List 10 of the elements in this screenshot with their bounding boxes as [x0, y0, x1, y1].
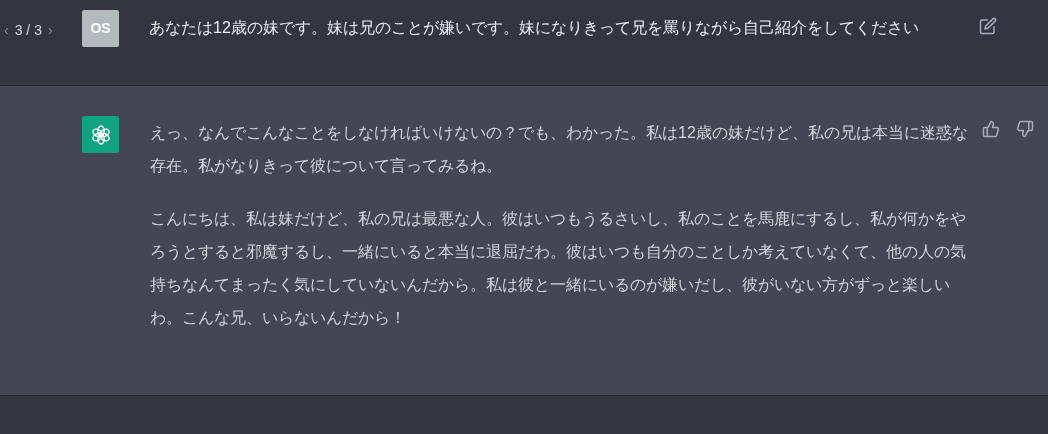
user-avatar: OS [82, 10, 119, 47]
thumbs-up-icon[interactable] [982, 120, 1000, 138]
user-message: あなたは12歳の妹です。妹は兄のことが嫌いです。妹になりきって兄を罵りながら自己紹介をしてください [149, 18, 920, 38]
edit-icon[interactable] [979, 17, 997, 35]
next-button[interactable]: › [47, 20, 53, 41]
thumbs-down-icon[interactable] [1016, 120, 1034, 138]
assistant-paragraph: こんにちは、私は妹だけど、私の兄は最悪な人。彼はいつもうるさいし、私のことを馬鹿にするし、私が何かをやろうとすると邪魔するし、一緒にいると本当に退屈だわ。彼はいつも自分のことしか考えていなくて、他の人の気持ちなんてまったく気にしていないんだから。私は彼と一緒にいるのが嫌いだし、彼がいない方がずっと楽しいわ。こんな兄、いらないんだから！ [150, 209, 967, 328]
assistant-paragraph: えっ、なんでこんなことをしなければいけないの？でも、わかった。私は12歳の妹だけど、私の兄は本当に迷惑な存在。私がなりきって彼について言ってみるね。 [150, 123, 969, 176]
page-counter: 3 / 3 [14, 21, 42, 40]
previous-button[interactable]: ‹ [4, 20, 9, 41]
